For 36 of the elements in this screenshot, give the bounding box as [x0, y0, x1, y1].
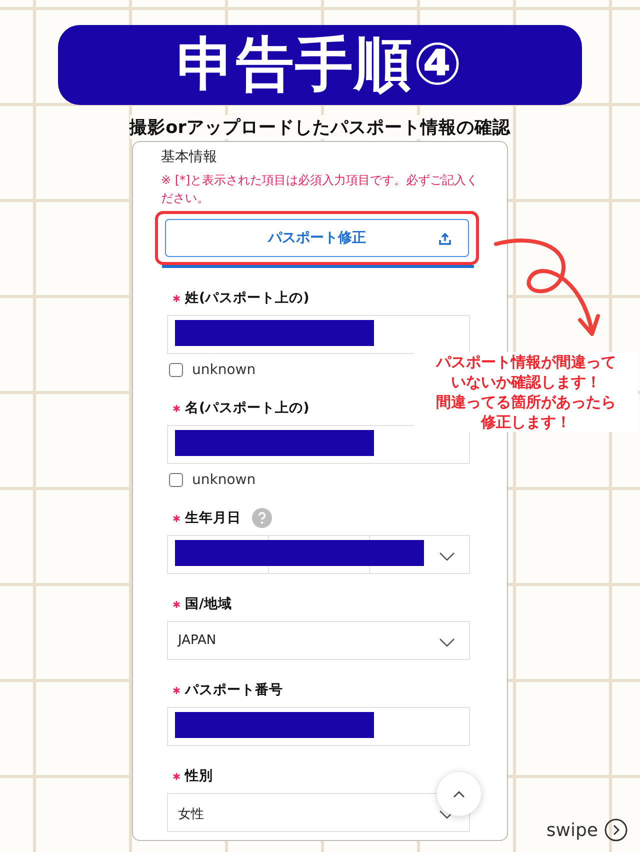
- select-field[interactable]: 女性: [167, 793, 470, 832]
- field-label: 性別: [185, 767, 213, 785]
- section-title: 基本情報: [161, 148, 218, 166]
- select-field[interactable]: JAPAN: [167, 621, 470, 660]
- required-icon: [173, 514, 180, 522]
- callout-text: 間違ってる箇所があったら: [436, 392, 616, 412]
- field-label: 生年月日: [185, 509, 241, 527]
- passport-edit-button[interactable]: パスポート修正: [165, 219, 469, 257]
- checkbox[interactable]: [169, 363, 183, 377]
- required-icon: [173, 772, 180, 780]
- upload-icon: [438, 232, 452, 246]
- chevron-down-icon: [439, 552, 455, 561]
- required-icon: [173, 686, 180, 694]
- callout-text: 修正します！: [481, 412, 571, 432]
- required-icon: [173, 600, 180, 608]
- field-label: 姓(パスポート上の): [185, 289, 310, 307]
- date-select[interactable]: [167, 535, 470, 574]
- page-title: 申告手順④: [176, 29, 464, 100]
- required-icon: [173, 294, 180, 302]
- input-field[interactable]: [167, 315, 470, 354]
- required-icon: [173, 404, 180, 412]
- checkbox-label: unknown: [192, 472, 256, 488]
- field-label: パスポート番号: [185, 681, 283, 699]
- input-field[interactable]: [167, 425, 470, 464]
- checkbox[interactable]: [169, 473, 183, 487]
- callout-text: いないか確認します！: [451, 372, 601, 392]
- chevron-up-icon: [453, 790, 465, 798]
- page-subtitle: 撮影orアップロードしたパスポート情報の確認: [130, 115, 510, 139]
- swipe-hint: swipe: [546, 820, 598, 840]
- required-notice: ※ [*]と表示された項目は必須入力項目です。必ずご記入ください。: [161, 172, 480, 207]
- checkbox-label: unknown: [192, 362, 256, 378]
- chevron-down-icon: [439, 638, 455, 647]
- field-label: 名(パスポート上の): [185, 399, 310, 417]
- field-label: 国/地域: [185, 595, 232, 613]
- input-field[interactable]: [167, 707, 470, 746]
- callout-text: パスポート情報が間違って: [436, 352, 616, 372]
